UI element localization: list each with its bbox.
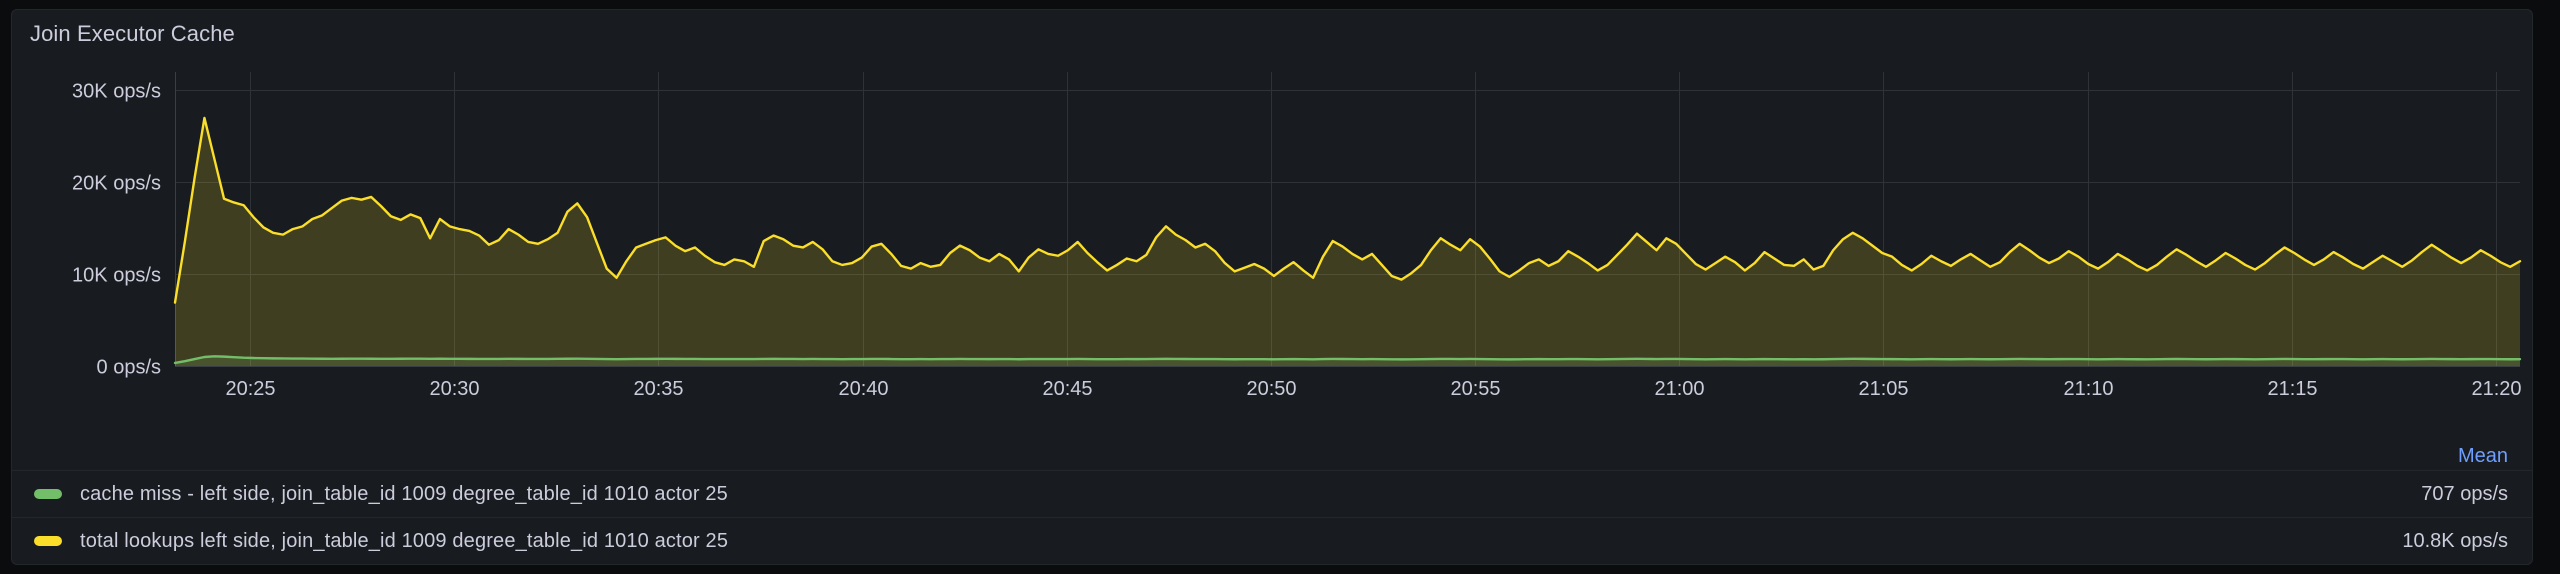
x-axis-tick-label: 20:55: [1450, 378, 1500, 400]
timeseries-panel: Join Executor Cache 30K ops/s 20K ops/s 10…: [11, 9, 2533, 565]
chart-area[interactable]: 30K ops/s 20K ops/s 10K ops/s 0 ops/s 20:25 2…: [12, 58, 2532, 413]
x-axis-tick-label: 21:10: [2063, 378, 2113, 400]
x-axis-tick-label: 20:30: [429, 378, 479, 400]
y-axis-tick-label: 0 ops/s: [97, 357, 161, 379]
x-axis-tick-label: 20:45: [1042, 378, 1092, 400]
legend-item-label[interactable]: cache miss - left side, join_table_id 10…: [80, 483, 2348, 506]
legend-item-mean-value: 707 ops/s: [2421, 482, 2508, 505]
x-axis-tick-label: 21:05: [1858, 378, 1908, 400]
x-axis-tick-label: 20:50: [1246, 378, 1296, 400]
timeseries-plot[interactable]: 30K ops/s 20K ops/s 10K ops/s 0 ops/s 20:25 2…: [12, 58, 2532, 413]
page-title[interactable]: Join Executor Cache: [12, 21, 235, 47]
legend: Mean cache miss - left side, join_table_…: [12, 442, 2532, 564]
legend-item-mean-value: 10.8K ops/s: [2402, 529, 2508, 552]
x-axis-tick-label: 20:35: [633, 378, 683, 400]
x-axis-tick-label: 20:40: [838, 378, 888, 400]
legend-item-cache-miss[interactable]: cache miss - left side, join_table_id 10…: [12, 470, 2532, 517]
legend-stat-header-mean[interactable]: Mean: [2348, 445, 2508, 468]
x-axis-tick-label: 21:00: [1654, 378, 1704, 400]
panel-header: Join Executor Cache: [12, 10, 2532, 58]
x-axis-tick-label: 21:20: [2471, 378, 2521, 400]
y-axis-tick-label: 10K ops/s: [72, 265, 161, 287]
legend-color-swatch[interactable]: [34, 489, 62, 499]
y-axis-tick-label: 20K ops/s: [72, 173, 161, 195]
legend-color-swatch[interactable]: [34, 536, 62, 546]
legend-item-total-lookups[interactable]: total lookups left side, join_table_id 1…: [12, 517, 2532, 564]
legend-header-row: Mean: [12, 442, 2532, 470]
x-axis-tick-label: 21:15: [2267, 378, 2317, 400]
legend-item-label[interactable]: total lookups left side, join_table_id 1…: [80, 530, 2348, 553]
x-axis-tick-label: 20:25: [225, 378, 275, 400]
y-axis-tick-label: 30K ops/s: [72, 81, 161, 103]
